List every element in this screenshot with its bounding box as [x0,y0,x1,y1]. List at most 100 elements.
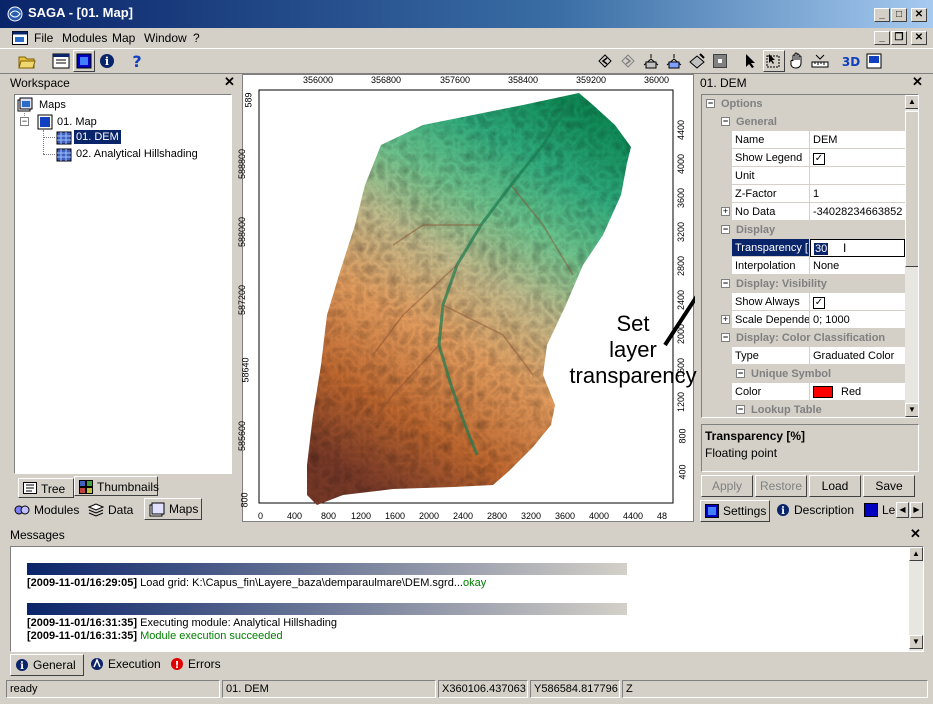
tab-scroll-right-icon[interactable]: ▶ [910,502,923,518]
tab-description[interactable]: i Description [772,500,860,520]
tree-root-maps[interactable]: Maps [39,99,66,111]
transparency-input[interactable]: 30 [814,243,829,255]
scroll-down-icon[interactable]: ▼ [909,635,923,649]
tab-modules[interactable]: Modules [10,500,82,520]
color-swatch[interactable] [813,386,833,399]
select-cursor-icon[interactable] [740,50,762,72]
messages-scrollbar[interactable]: ▲ ▼ [909,547,923,651]
property-category[interactable]: − Display: Color Classification [702,329,905,347]
menu-file[interactable]: File [34,31,53,45]
collapse-icon[interactable]: − [706,99,715,108]
expand-icon[interactable]: + [721,315,730,324]
zoom-extent-icon[interactable] [709,50,731,72]
collapse-icon[interactable]: − [721,117,730,126]
distance-tool-icon[interactable] [809,50,831,72]
property-category[interactable]: − Display [702,221,905,239]
menu-help[interactable]: ? [193,31,200,45]
menu-window[interactable]: Window [144,31,187,45]
open-icon[interactable] [16,50,38,72]
property-row[interactable]: + No Data -34028234663852 [702,203,905,221]
scroll-down-icon[interactable]: ▼ [905,403,918,417]
zoom-selection-icon[interactable] [686,50,708,72]
tab-thumbnails[interactable]: Thumbnails [74,476,159,496]
object-properties-icon[interactable] [73,50,95,72]
pan-hand-icon[interactable] [786,50,808,72]
info-icon[interactable]: i [96,50,118,72]
menu-map[interactable]: Map [112,31,135,45]
layout-icon[interactable] [863,50,885,72]
view-3d-icon[interactable]: 3D [840,50,862,72]
tab-data[interactable]: Data [84,500,142,520]
tab-maps[interactable]: Maps [144,498,202,520]
collapse-icon[interactable]: − [721,279,730,288]
property-category[interactable]: − Display: Visibility [702,275,905,293]
maximize-button[interactable]: □ [891,8,907,22]
tab-settings[interactable]: Settings [700,500,770,522]
property-category[interactable]: − General [702,113,905,131]
property-value[interactable]: ✓ [810,293,905,311]
property-value[interactable]: Graduated Color [810,347,905,365]
tab-execution[interactable]: Execution [86,654,164,674]
property-row[interactable]: Transparency [30 I [702,239,905,257]
tab-legend[interactable]: Le [860,500,895,520]
load-button[interactable]: Load [809,475,861,497]
property-value[interactable]: Red [810,383,905,401]
collapse-icon[interactable]: − [736,405,745,414]
property-value[interactable]: DEM [810,131,905,149]
property-value[interactable]: None [810,257,905,275]
tab-tree[interactable]: Tree [18,478,74,498]
property-value[interactable] [810,167,905,185]
menu-modules[interactable]: Modules [62,31,107,45]
property-value[interactable]: 1 [810,185,905,203]
property-category[interactable]: − Lookup Table [702,401,905,417]
tree-layer-hillshading[interactable]: 02. Analytical Hillshading [76,148,198,160]
tree-collapse-icon[interactable]: − [20,117,29,126]
checkbox[interactable]: ✓ [813,297,825,309]
zoom-forward-icon[interactable] [617,50,639,72]
workspace-toggle-icon[interactable] [50,50,72,72]
messages-close-icon[interactable]: ✕ [910,526,921,542]
map-view[interactable]: 356000 356800 357600 358400 359200 36000… [237,74,697,522]
collapse-icon[interactable]: − [721,333,730,342]
tab-scroll-left-icon[interactable]: ◀ [896,502,909,518]
mdi-restore-button[interactable]: ❐ [891,31,907,45]
property-row[interactable]: Interpolation None [702,257,905,275]
tree-map-item[interactable]: 01. Map [57,116,97,128]
property-scrollbar[interactable]: ▲ ▼ [905,95,918,417]
zoom-back-icon[interactable] [594,50,616,72]
close-button[interactable]: ✕ [911,8,927,22]
scroll-thumb[interactable] [905,111,918,267]
scroll-up-icon[interactable]: ▲ [905,95,918,109]
property-row[interactable]: Show Always ✓ [702,293,905,311]
zoom-tool-icon[interactable] [763,50,785,72]
workspace-close-icon[interactable]: ✕ [224,74,235,90]
restore-button[interactable]: Restore [755,475,807,497]
property-row[interactable]: Name DEM [702,131,905,149]
zoom-full-icon[interactable] [640,50,662,72]
scroll-up-icon[interactable]: ▲ [909,547,923,561]
zoom-layer-icon[interactable] [663,50,685,72]
mdi-close-button[interactable]: ✕ [911,31,927,45]
property-row[interactable]: Color Red [702,383,905,401]
property-value[interactable]: 0; 1000 [810,311,905,329]
property-value[interactable]: 30 I [810,239,905,257]
property-row[interactable]: Z-Factor 1 [702,185,905,203]
properties-close-icon[interactable]: ✕ [912,74,923,90]
checkbox[interactable]: ✓ [813,153,825,165]
collapse-icon[interactable]: − [736,369,745,378]
property-row[interactable]: Unit [702,167,905,185]
property-category[interactable]: − Unique Symbol [702,365,905,383]
property-row[interactable]: Type Graduated Color [702,347,905,365]
tab-general[interactable]: i General [10,654,84,676]
help-icon[interactable]: ? [126,50,148,72]
property-value[interactable]: -34028234663852 [810,203,905,221]
save-button[interactable]: Save [863,475,915,497]
expand-icon[interactable]: + [721,207,730,216]
tab-errors[interactable]: ! Errors [166,654,230,674]
minimize-button[interactable]: _ [874,8,890,22]
collapse-icon[interactable]: − [721,225,730,234]
property-value[interactable]: ✓ [810,149,905,167]
property-row[interactable]: Show Legend ✓ [702,149,905,167]
property-row[interactable]: + Scale Depender 0; 1000 [702,311,905,329]
property-category[interactable]: − Options [702,95,905,113]
